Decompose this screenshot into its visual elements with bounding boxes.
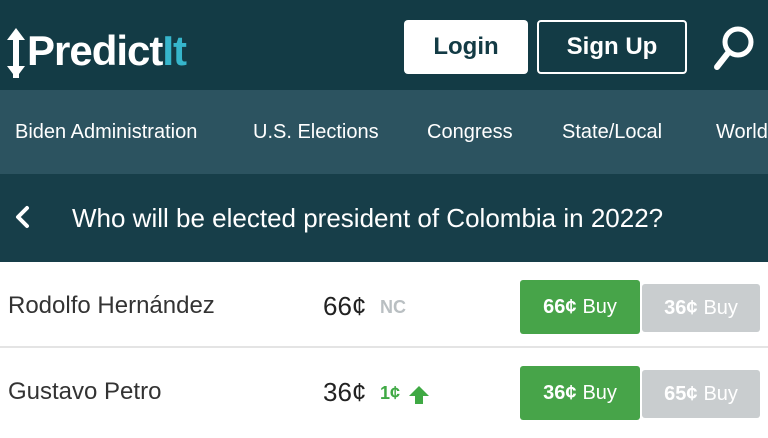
buy-yes-label: Buy	[582, 381, 617, 404]
predictit-logo[interactable]: PredictIt	[6, 26, 187, 82]
buy-no-button[interactable]: 36¢ Buy	[642, 284, 760, 332]
buy-no-label: Buy	[703, 296, 738, 319]
logo-arrow-icon	[7, 28, 25, 78]
contract-name[interactable]: Rodolfo Hernández	[8, 262, 215, 346]
chevron-left-icon[interactable]	[14, 205, 32, 229]
buy-yes-price: 66¢	[543, 295, 577, 318]
contract-row: Gustavo Petro 36¢ 1¢ 36¢ Buy 65¢ Buy	[0, 348, 768, 432]
contract-price: 36¢	[323, 377, 367, 407]
nav-item-us-elections[interactable]: U.S. Elections	[253, 90, 379, 174]
nav-item-world[interactable]: World	[716, 90, 768, 174]
contract-name[interactable]: Gustavo Petro	[8, 348, 161, 432]
sign-up-button[interactable]: Sign Up	[537, 20, 687, 74]
logo-wordmark: PredictIt	[27, 26, 187, 76]
nav-item-congress[interactable]: Congress	[427, 90, 513, 174]
nav-item-state-local[interactable]: State/Local	[562, 90, 662, 174]
buy-no-label: Buy	[703, 382, 738, 405]
buy-yes-label: Buy	[582, 295, 617, 318]
logo-text-main: Predict	[27, 27, 163, 74]
buy-no-price: 36¢	[664, 296, 698, 319]
contract-price: 66¢	[323, 291, 367, 321]
logo-text-accent: It	[162, 27, 187, 74]
price-change: 1¢	[380, 383, 401, 403]
buy-no-button[interactable]: 65¢ Buy	[642, 370, 760, 418]
login-button[interactable]: Login	[404, 20, 528, 74]
buy-no-price: 65¢	[664, 382, 698, 405]
buy-yes-button[interactable]: 36¢ Buy	[520, 366, 640, 420]
top-header: PredictIt Login Sign Up	[0, 0, 768, 90]
category-nav: Biden Administration U.S. Elections Cong…	[0, 90, 768, 174]
nav-item-biden-administration[interactable]: Biden Administration	[15, 90, 197, 174]
up-arrow-icon	[409, 386, 429, 404]
buy-yes-price: 36¢	[543, 381, 577, 404]
market-title: Who will be elected president of Colombi…	[72, 203, 664, 233]
buy-yes-button[interactable]: 66¢ Buy	[520, 280, 640, 334]
search-icon[interactable]	[712, 24, 756, 72]
price-change: NC	[380, 297, 406, 317]
contract-row: Rodolfo Hernández 66¢ NC 66¢ Buy 36¢ Buy	[0, 262, 768, 346]
